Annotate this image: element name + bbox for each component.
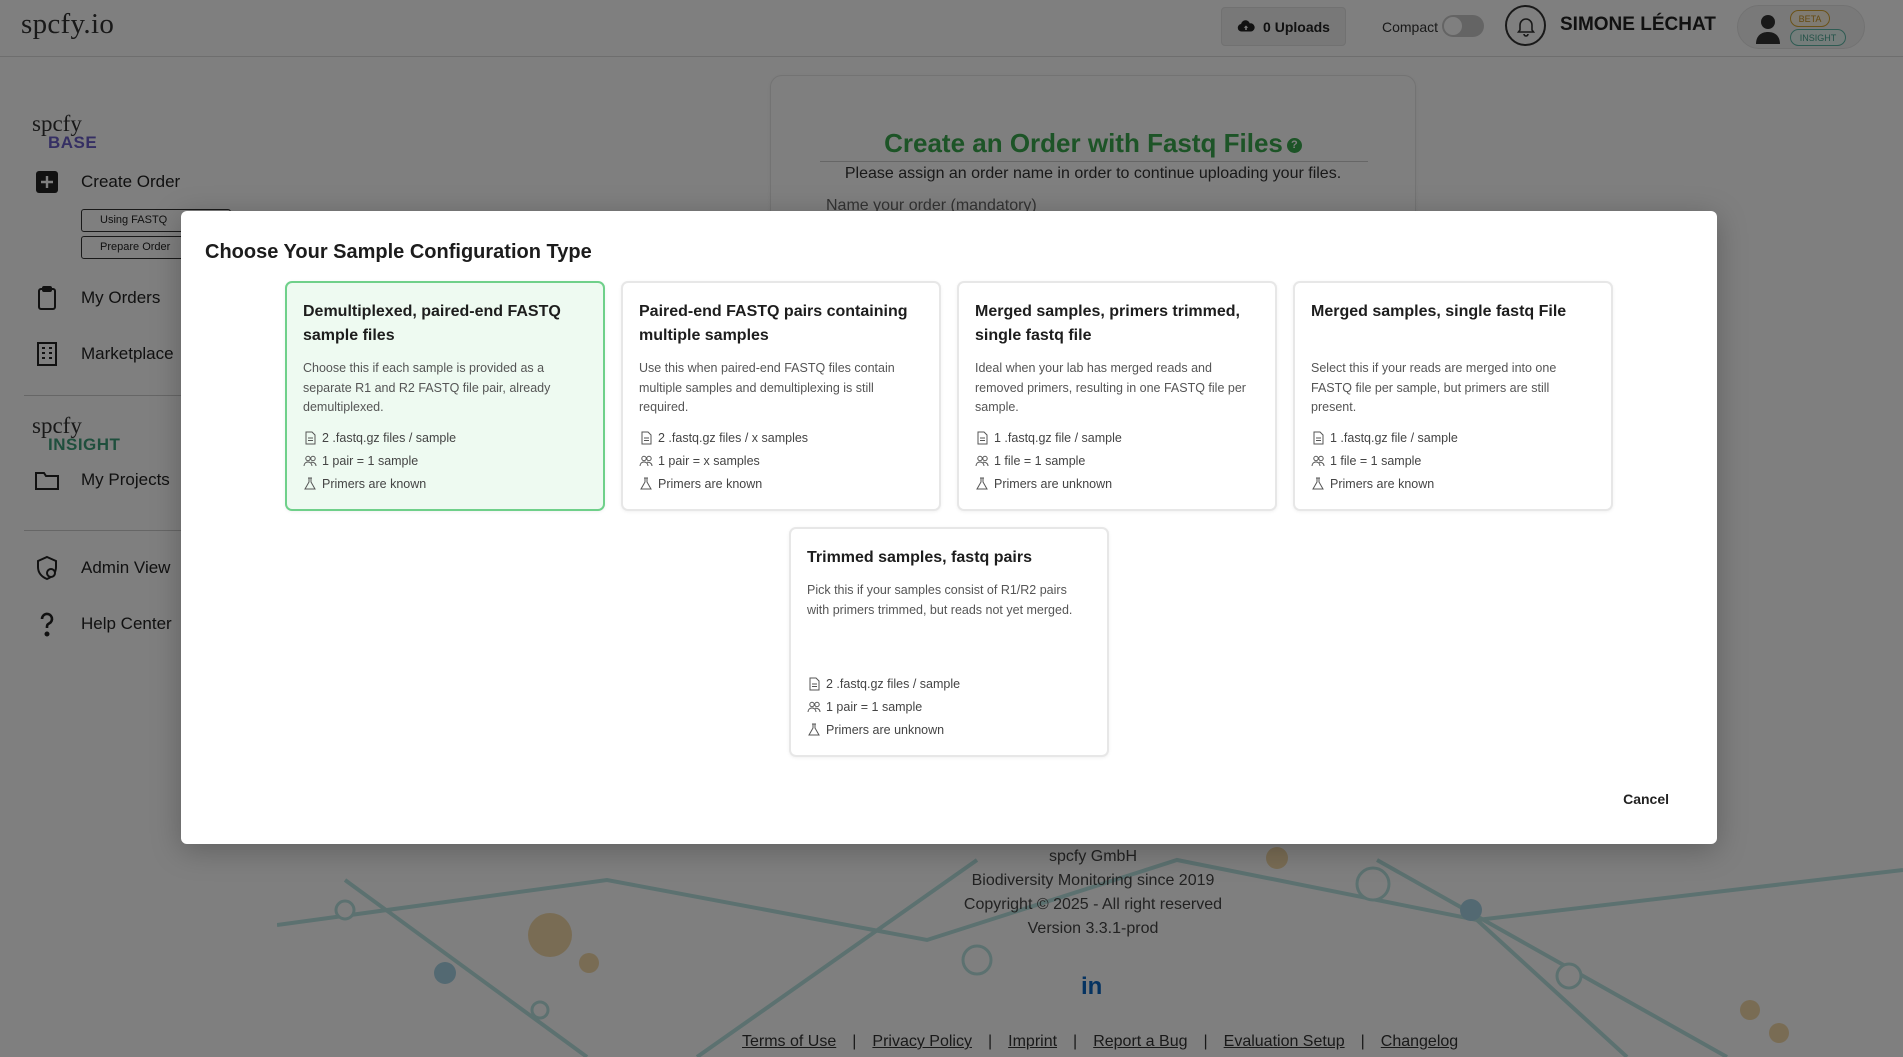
feature-pairing: 1 pair = x samples <box>639 449 808 472</box>
config-card-merged-single-file[interactable]: Merged samples, single fastq File Select… <box>1293 281 1613 511</box>
feature-primers: Primers are known <box>1311 472 1458 495</box>
modal-title: Choose Your Sample Configuration Type <box>205 241 592 263</box>
feature-primers: Primers are unknown <box>975 472 1122 495</box>
cancel-button[interactable]: Cancel <box>1623 791 1669 807</box>
card-title: Paired-end FASTQ pairs containing multip… <box>639 303 908 344</box>
users-icon <box>807 701 821 712</box>
flask-icon <box>976 477 988 489</box>
card-description: Use this when paired-end FASTQ files con… <box>639 361 895 414</box>
feature-files: 1 .fastq.gz file / sample <box>1311 426 1458 449</box>
feature-files: 2 .fastq.gz files / x samples <box>639 426 808 449</box>
file-icon <box>809 677 820 690</box>
file-icon <box>641 431 652 444</box>
file-icon <box>305 431 316 444</box>
card-features: 2 .fastq.gz files / x samples 1 pair = x… <box>639 426 808 495</box>
feature-pairing: 1 file = 1 sample <box>975 449 1122 472</box>
feature-text: 1 .fastq.gz file / sample <box>994 430 1122 445</box>
feature-text: Primers are known <box>322 476 427 491</box>
card-description: Select this if your reads are merged int… <box>1311 361 1557 414</box>
feature-text: 1 pair = 1 sample <box>826 699 923 714</box>
card-features: 2 .fastq.gz files / sample 1 pair = 1 sa… <box>303 426 456 495</box>
config-card-paired-multiple-samples[interactable]: Paired-end FASTQ pairs containing multip… <box>621 281 941 511</box>
feature-files: 1 .fastq.gz file / sample <box>975 426 1122 449</box>
sample-config-modal: Choose Your Sample Configuration Type De… <box>181 211 1717 844</box>
feature-primers: Primers are known <box>639 472 808 495</box>
flask-icon <box>808 723 820 735</box>
users-icon <box>639 455 653 466</box>
feature-text: 1 file = 1 sample <box>994 453 1086 468</box>
card-description: Ideal when your lab has merged reads and… <box>975 361 1246 414</box>
feature-pairing: 1 pair = 1 sample <box>807 695 960 718</box>
flask-icon <box>1312 477 1324 489</box>
config-card-trimmed-pairs[interactable]: Trimmed samples, fastq pairs Pick this i… <box>789 527 1109 757</box>
feature-text: 2 .fastq.gz files / sample <box>826 676 961 691</box>
config-card-merged-primers-trimmed[interactable]: Merged samples, primers trimmed, single … <box>957 281 1277 511</box>
config-card-demultiplexed-paired[interactable]: Demultiplexed, paired-end FASTQ sample f… <box>285 281 605 511</box>
card-title: Merged samples, single fastq File <box>1311 303 1567 320</box>
feature-primers: Primers are unknown <box>807 718 960 741</box>
card-description: Pick this if your samples consist of R1/… <box>807 583 1073 617</box>
flask-icon <box>640 477 652 489</box>
feature-text: 2 .fastq.gz files / x samples <box>658 430 809 445</box>
file-icon <box>1313 431 1324 444</box>
feature-text: 2 .fastq.gz files / sample <box>322 430 457 445</box>
users-icon <box>975 455 989 466</box>
users-icon <box>1311 455 1325 466</box>
feature-text: 1 .fastq.gz file / sample <box>1330 430 1458 445</box>
feature-text: Primers are unknown <box>826 722 945 737</box>
feature-files: 2 .fastq.gz files / sample <box>807 672 960 695</box>
card-features: 1 .fastq.gz file / sample 1 file = 1 sam… <box>975 426 1122 495</box>
feature-text: 1 file = 1 sample <box>1330 453 1422 468</box>
feature-files: 2 .fastq.gz files / sample <box>303 426 456 449</box>
feature-text: 1 pair = 1 sample <box>322 453 419 468</box>
flask-icon <box>304 477 316 489</box>
feature-pairing: 1 pair = 1 sample <box>303 449 456 472</box>
feature-text: Primers are known <box>658 476 763 491</box>
card-title: Merged samples, primers trimmed, single … <box>975 303 1240 344</box>
feature-text: Primers are known <box>1330 476 1435 491</box>
users-icon <box>303 455 317 466</box>
card-description: Choose this if each sample is provided a… <box>303 361 551 414</box>
feature-primers: Primers are known <box>303 472 456 495</box>
card-title: Demultiplexed, paired-end FASTQ sample f… <box>303 303 561 344</box>
feature-text: Primers are unknown <box>994 476 1113 491</box>
file-icon <box>977 431 988 444</box>
card-features: 2 .fastq.gz files / sample 1 pair = 1 sa… <box>807 672 960 741</box>
feature-text: 1 pair = x samples <box>658 453 760 468</box>
card-features: 1 .fastq.gz file / sample 1 file = 1 sam… <box>1311 426 1458 495</box>
card-title: Trimmed samples, fastq pairs <box>807 549 1032 566</box>
feature-pairing: 1 file = 1 sample <box>1311 449 1458 472</box>
